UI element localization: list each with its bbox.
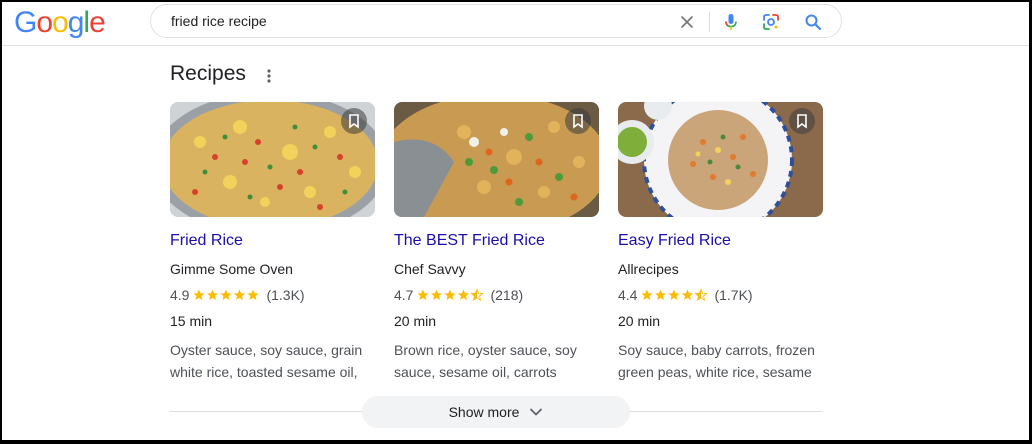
rating-row: 4.9 (1.3K) [170,287,305,303]
star-rating-icon [417,289,485,301]
google-logo[interactable]: Google [14,6,106,40]
search-icon[interactable] [803,12,823,32]
search-input[interactable] [171,5,651,37]
logo-letter: g [67,6,85,39]
recipe-image[interactable] [394,102,599,217]
recipe-image[interactable] [618,102,823,217]
recipe-card[interactable]: Easy Fried Rice Allrecipes 4.4 (1.7K) 20… [618,102,823,380]
recipe-source: Allrecipes [618,261,679,277]
star-rating-icon [641,289,709,301]
ingredients: Soy sauce, baby carrots, frozen green pe… [618,342,815,380]
close-icon[interactable] [677,12,697,32]
logo-letter: G [14,6,37,39]
ingredients: Brown rice, oyster sauce, soy sauce, ses… [394,342,577,380]
cook-time: 20 min [394,313,437,329]
recipe-card[interactable]: The BEST Fried Rice Chef Savvy 4.7 (218)… [394,102,599,380]
recipe-title[interactable]: Fried Rice [170,232,243,250]
bookmark-button[interactable] [565,108,591,134]
recipe-card[interactable]: Fried Rice Gimme Some Oven 4.9 (1.3K) 15… [170,102,375,380]
review-count: (1.3K) [266,287,305,303]
cook-time: 15 min [170,313,213,329]
recipe-source: Gimme Some Oven [170,261,293,277]
search-header: Google [2,2,1029,46]
cook-time: 20 min [618,313,661,329]
show-more-button[interactable]: Show more [362,396,630,428]
show-more-label: Show more [448,404,520,420]
recipe-title[interactable]: Easy Fried Rice [618,232,731,250]
rating-row: 4.4 (1.7K) [618,287,753,303]
bookmark-icon [797,114,807,129]
search-box [150,4,842,38]
microphone-icon[interactable] [721,12,741,32]
recipe-title[interactable]: The BEST Fried Rice [394,232,545,250]
star-rating-icon [193,289,260,300]
lens-icon[interactable] [761,12,781,32]
search-divider [709,12,710,32]
more-vert-icon[interactable] [264,68,274,84]
chevron-down-icon [530,408,543,416]
rating-value: 4.7 [394,287,414,303]
rating-value: 4.4 [618,287,638,303]
review-count: (218) [490,287,524,303]
logo-letter: o [36,6,53,39]
ingredients: Oyster sauce, soy sauce, grain white ric… [170,342,363,380]
browser-frame: Google fried rice recipe Recipes Fried R… [0,0,1032,444]
logo-letter: o [52,6,69,39]
recipe-image[interactable] [170,102,375,217]
rating-row: 4.7 (218) [394,287,523,303]
bookmark-icon [573,114,583,129]
rating-value: 4.9 [170,287,190,303]
logo-letter: e [89,6,106,39]
section-heading: Recipes [170,62,246,85]
bookmark-button[interactable] [341,108,367,134]
recipe-source: Chef Savvy [394,261,466,277]
review-count: (1.7K) [714,287,753,303]
bookmark-button[interactable] [789,108,815,134]
bookmark-icon [349,114,359,129]
